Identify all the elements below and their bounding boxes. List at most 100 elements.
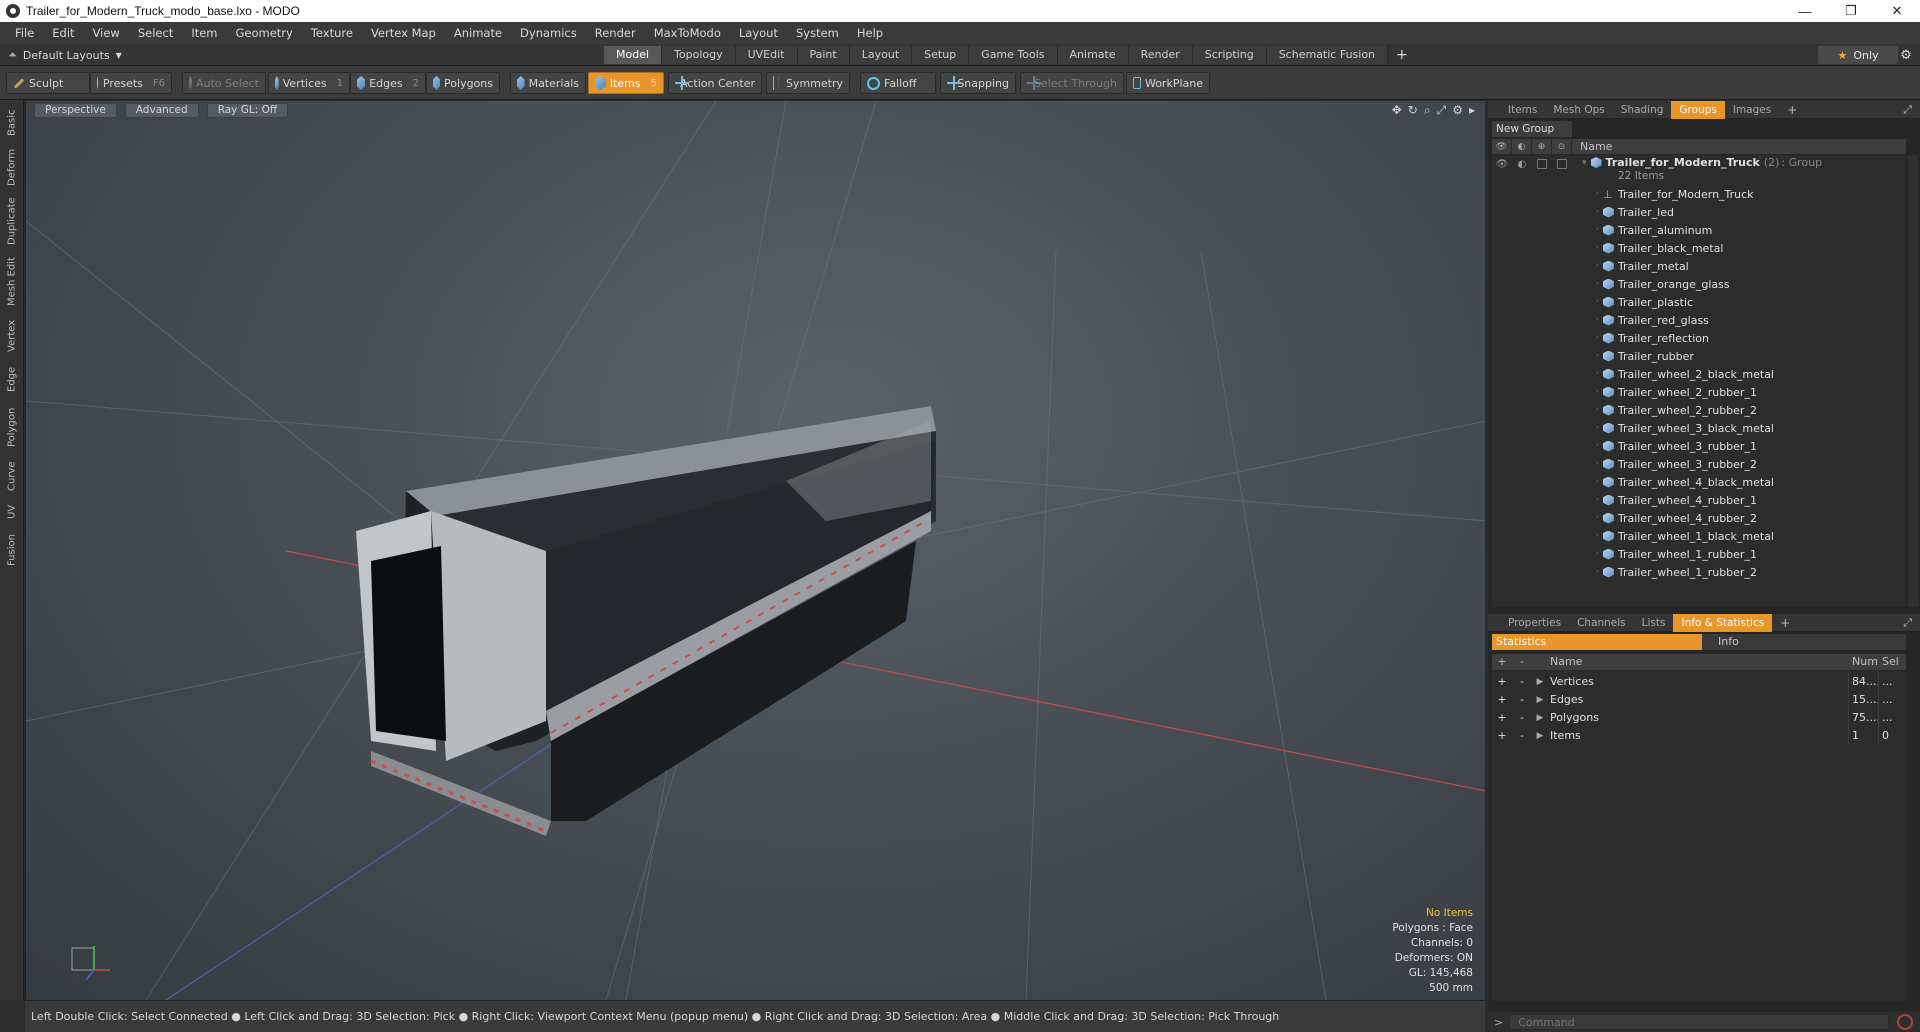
tab-vertex[interactable]: Vertex [2, 316, 22, 356]
tab-model[interactable]: Model [604, 46, 663, 64]
select-header-icon[interactable]: ⊙ [1552, 139, 1572, 154]
collapse-row-button[interactable]: - [1512, 709, 1532, 727]
collapse-all-button[interactable]: - [1512, 653, 1532, 671]
tab-items[interactable]: Items [1500, 101, 1545, 119]
rotate-icon[interactable]: ↻ [1408, 103, 1418, 118]
list-item[interactable]: · Trailer_metal [1492, 257, 1906, 275]
add-panel-tab-button[interactable]: + [1779, 101, 1805, 119]
list-item[interactable]: · Trailer_wheel_1_rubber_2 [1492, 563, 1906, 581]
snapping-button[interactable]: Snapping [940, 72, 1016, 94]
expand-row-button[interactable]: + [1492, 673, 1512, 691]
select-through-button[interactable]: Select Through [1020, 72, 1124, 94]
menu-dynamics[interactable]: Dynamics [511, 22, 586, 44]
expand-triangle-icon[interactable]: ▶ [1532, 709, 1548, 727]
tab-deform[interactable]: Deform [2, 146, 22, 188]
items-button[interactable]: Items 5 [588, 72, 664, 94]
table-row[interactable]: + - ▶ Edges 15....... [1492, 691, 1906, 709]
groups-scrollbar[interactable] [1908, 155, 1918, 607]
tab-render[interactable]: Render [1128, 46, 1193, 64]
eye-icon[interactable]: 👁 [1492, 155, 1512, 173]
menu-vertex-map[interactable]: Vertex Map [362, 22, 445, 44]
menu-item[interactable]: Item [182, 22, 226, 44]
list-item[interactable]: · Trailer_reflection [1492, 329, 1906, 347]
subtab-statistics[interactable]: Statistics [1492, 634, 1702, 650]
tab-images[interactable]: Images [1725, 101, 1779, 119]
tab-shading[interactable]: Shading [1613, 101, 1672, 119]
list-item[interactable]: · Trailer_aluminum [1492, 221, 1906, 239]
expand-row-button[interactable]: + [1492, 709, 1512, 727]
3d-viewport[interactable]: Perspective Advanced Ray GL: Off ✥ ↻ ⌕ ⤢… [25, 101, 1485, 1000]
list-item[interactable]: · Trailer_orange_glass [1492, 275, 1906, 293]
expand-panel-icon[interactable]: ⤢ [1903, 103, 1912, 117]
expand-triangle-icon[interactable]: ▶ [1532, 727, 1548, 745]
tab-polygon[interactable]: Polygon [2, 402, 22, 452]
tab-info-statistics[interactable]: Info & Statistics [1673, 613, 1773, 632]
collapse-row-button[interactable]: - [1512, 673, 1532, 691]
tab-edge[interactable]: Edge [2, 362, 22, 396]
layouts-dropdown[interactable]: ⏶ Default Layouts ▼ [8, 44, 122, 66]
menu-layout[interactable]: Layout [730, 22, 787, 44]
visibility-header-icon[interactable]: 👁 [1492, 139, 1512, 154]
tab-fusion[interactable]: Fusion [2, 530, 22, 570]
menu-select[interactable]: Select [129, 22, 182, 44]
tab-duplicate[interactable]: Duplicate [2, 194, 22, 248]
gear-icon[interactable]: ⚙ [1896, 46, 1916, 64]
menu-geometry[interactable]: Geometry [227, 22, 302, 44]
menu-help[interactable]: Help [848, 22, 892, 44]
advanced-button[interactable]: Advanced [124, 103, 199, 118]
sculpt-button[interactable]: Sculpt [6, 72, 90, 94]
menu-edit[interactable]: Edit [43, 22, 83, 44]
select-toggle[interactable] [1552, 155, 1572, 173]
menu-texture[interactable]: Texture [302, 22, 362, 44]
minimize-button[interactable]: — [1782, 0, 1828, 22]
perspective-button[interactable]: Perspective [34, 103, 117, 118]
list-item[interactable]: · Trailer_wheel_3_rubber_2 [1492, 455, 1906, 473]
viewport-settings-icon[interactable]: ⚙ [1452, 103, 1463, 118]
list-item[interactable]: · Trailer_wheel_1_rubber_1 [1492, 545, 1906, 563]
list-item[interactable]: · Trailer_plastic [1492, 293, 1906, 311]
list-item[interactable]: · Trailer_led [1492, 203, 1906, 221]
expand-row-button[interactable]: + [1492, 691, 1512, 709]
tab-animate[interactable]: Animate [1057, 46, 1129, 64]
render-header-icon[interactable]: ◐ [1512, 139, 1532, 154]
collapse-row-button[interactable]: - [1512, 727, 1532, 745]
collapse-row-button[interactable]: - [1512, 691, 1532, 709]
list-item[interactable]: · Trailer_red_glass [1492, 311, 1906, 329]
expand-all-button[interactable]: + [1492, 653, 1512, 671]
tab-channels[interactable]: Channels [1569, 614, 1634, 632]
close-button[interactable]: ✕ [1874, 0, 1920, 22]
presets-button[interactable]: Presets F6 [90, 72, 172, 94]
menu-animate[interactable]: Animate [445, 22, 511, 44]
list-item[interactable]: · Trailer_wheel_2_black_metal [1492, 365, 1906, 383]
pan-icon[interactable]: ✥ [1392, 103, 1402, 118]
tab-scripting[interactable]: Scripting [1192, 46, 1267, 64]
table-row[interactable]: + - ▶ Items 1 0 [1492, 727, 1906, 745]
stats-sel-header[interactable]: Sel [1878, 653, 1906, 671]
list-item[interactable]: · Trailer_wheel_2_rubber_1 [1492, 383, 1906, 401]
expand-stats-icon[interactable]: ⤢ [1903, 616, 1912, 630]
render-icon[interactable]: ◐ [1512, 155, 1532, 173]
tab-setup[interactable]: Setup [912, 46, 970, 64]
tab-basic[interactable]: Basic [2, 106, 22, 140]
list-item[interactable]: · Trailer_wheel_3_black_metal [1492, 419, 1906, 437]
command-input[interactable] [1509, 1014, 1890, 1030]
table-row[interactable]: + - ▶ Vertices 84....... [1492, 673, 1906, 691]
list-item[interactable]: · Trailer_wheel_4_rubber_2 [1492, 509, 1906, 527]
tab-mesh-edit[interactable]: Mesh Edit [2, 254, 22, 310]
polygons-button[interactable]: Polygons [426, 72, 500, 94]
new-group-button[interactable]: New Group [1492, 121, 1572, 137]
expand-triangle-icon[interactable]: ▶ [1532, 673, 1548, 691]
list-item[interactable]: · Trailer_wheel_4_rubber_1 [1492, 491, 1906, 509]
list-item[interactable]: · Trailer_wheel_2_rubber_2 [1492, 401, 1906, 419]
zoom-icon[interactable]: ⌕ [1424, 103, 1431, 118]
menu-file[interactable]: File [6, 22, 43, 44]
name-column-header[interactable]: Name [1572, 140, 1612, 153]
tab-layout[interactable]: Layout [849, 46, 913, 64]
group-row[interactable]: 👁 ◐ ▾ Trailer_for_Modern_Truck (2) : Gro… [1492, 155, 1906, 183]
tab-topology[interactable]: Topology [662, 46, 736, 64]
list-item[interactable]: · Trailer_black_metal [1492, 239, 1906, 257]
tab-groups[interactable]: Groups [1671, 100, 1725, 119]
stats-num-header[interactable]: Num [1848, 653, 1878, 671]
menu-view[interactable]: View [84, 22, 129, 44]
list-item[interactable]: · ⊥ Trailer_for_Modern_Truck [1492, 185, 1906, 203]
